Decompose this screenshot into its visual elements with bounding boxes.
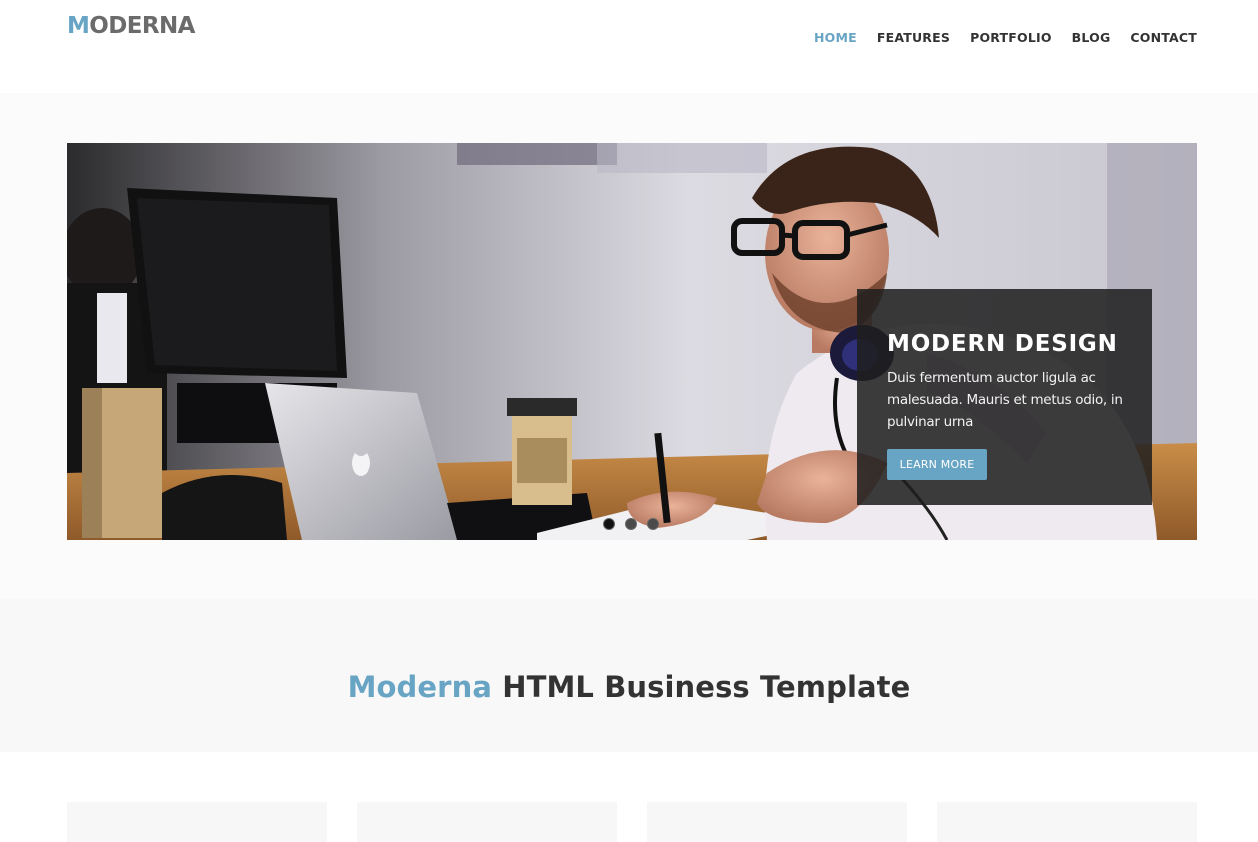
nav-home[interactable]: HOME (814, 29, 857, 47)
slide-caption-text: Duis fermentum auctor ligula ac malesuad… (887, 370, 1123, 430)
hero-slide: MODERN DESIGN Duis fermentum auctor ligu… (67, 143, 1197, 540)
callout-title-accent: Moderna (347, 670, 493, 704)
nav-contact[interactable]: CONTACT (1130, 29, 1197, 47)
logo-first-letter: M (67, 13, 90, 39)
feature-card (647, 802, 907, 842)
site-header: MODERNA HOME FEATURES PORTFOLIO BLOG CON… (0, 0, 1258, 93)
feature-card (67, 802, 327, 842)
features-section (0, 752, 1258, 842)
logo-rest: ODERNA (89, 13, 195, 39)
logo[interactable]: MODERNA (67, 12, 195, 40)
feature-card (937, 802, 1197, 842)
slider-dot-1[interactable] (603, 518, 615, 530)
callout-section: Moderna HTML Business Template (0, 599, 1258, 752)
hero-slider-section: MODERN DESIGN Duis fermentum auctor ligu… (0, 93, 1258, 599)
learn-more-button[interactable]: LEARN MORE (887, 449, 987, 480)
slide-caption-title: MODERN DESIGN (887, 331, 1118, 357)
slider-dot-2[interactable] (625, 518, 637, 530)
slide-caption: MODERN DESIGN Duis fermentum auctor ligu… (857, 289, 1152, 505)
nav-features[interactable]: FEATURES (877, 29, 950, 47)
main-nav: HOME FEATURES PORTFOLIO BLOG CONTACT (814, 29, 1197, 47)
slider-dot-3[interactable] (647, 518, 659, 530)
nav-blog[interactable]: BLOG (1072, 29, 1111, 47)
slider-pagination (603, 518, 659, 530)
nav-portfolio[interactable]: PORTFOLIO (970, 29, 1052, 47)
feature-card (357, 802, 617, 842)
callout-title-rest: HTML Business Template (502, 670, 911, 704)
callout-title: Moderna HTML Business Template (0, 667, 1258, 707)
